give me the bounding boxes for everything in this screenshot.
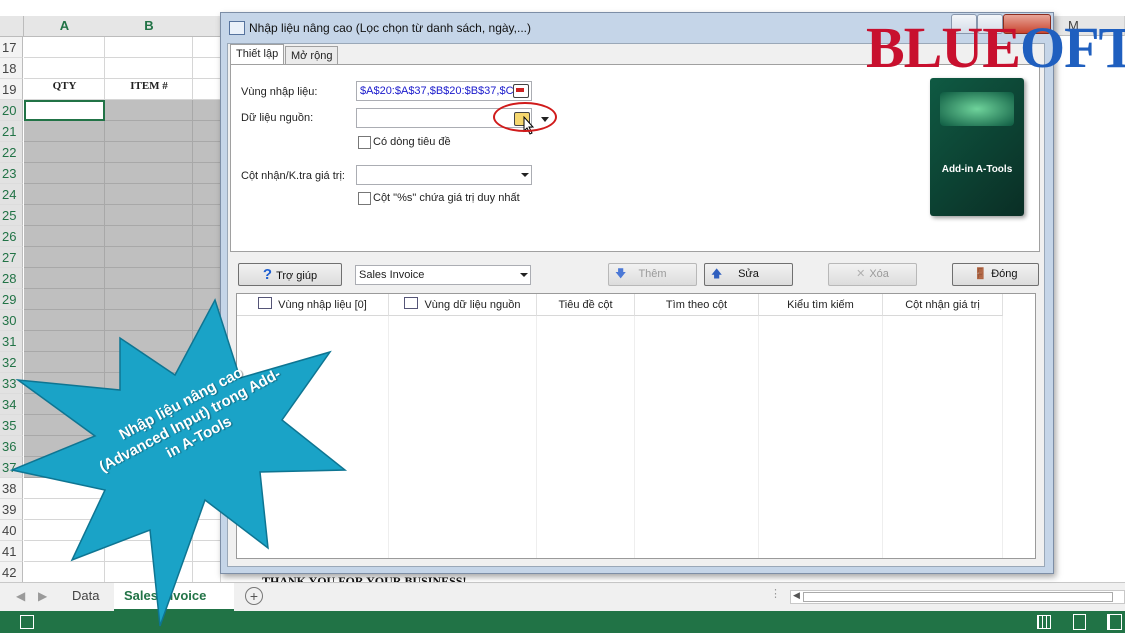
product-box-image: Add-in A-Tools	[930, 78, 1024, 216]
grid-divider	[758, 316, 759, 558]
edit-button[interactable]: 🡅 Sửa	[704, 263, 793, 286]
grid-divider	[634, 316, 635, 558]
horizontal-scrollbar[interactable]: ◀	[790, 590, 1125, 604]
grid-header-source-range[interactable]: Vùng dữ liệu nguồn	[389, 294, 537, 316]
page-break-view-icon[interactable]	[1107, 614, 1122, 630]
delete-button[interactable]: ✕ Xóa	[828, 263, 917, 286]
range-picker-icon[interactable]	[513, 84, 529, 98]
bluesofts-logo: BLUEOFTS	[866, 15, 1125, 80]
grid-search-icon	[404, 297, 419, 309]
starburst-callout	[9, 298, 348, 627]
grid-divider	[882, 316, 883, 558]
grid-header-search-type[interactable]: Kiểu tìm kiếm	[759, 294, 883, 316]
grid-header-column-title[interactable]: Tiêu đề cột	[537, 294, 635, 316]
grid-divider	[536, 316, 537, 558]
x-icon: ✕	[856, 268, 866, 280]
close-button[interactable]: 🚪 Đóng	[952, 263, 1039, 286]
scroll-thumb[interactable]	[803, 592, 1113, 602]
add-button[interactable]: 🡇 Thêm	[608, 263, 697, 286]
arrow-up-icon: 🡅	[711, 268, 723, 280]
exit-door-icon: 🚪	[973, 268, 988, 280]
highlight-circle	[493, 102, 557, 132]
grid-divider	[1002, 316, 1003, 558]
normal-view-icon[interactable]	[1037, 615, 1051, 629]
value-column-dropdown-icon[interactable]	[521, 173, 529, 177]
sheet-select-dropdown-icon[interactable]	[520, 273, 528, 277]
page-layout-icon[interactable]	[1073, 614, 1086, 630]
grid-header-receive-column[interactable]: Cột nhận giá trị	[883, 294, 1003, 316]
grid-header-search-column[interactable]: Tìm theo cột	[635, 294, 759, 316]
tab-split-handle[interactable]: ⋮	[770, 587, 781, 600]
product-box-art	[940, 92, 1014, 126]
product-box-title: Add-in A-Tools	[941, 164, 1013, 175]
arrow-down-icon: 🡇	[615, 268, 627, 280]
scroll-left-arrow-icon[interactable]: ◀	[793, 590, 800, 601]
